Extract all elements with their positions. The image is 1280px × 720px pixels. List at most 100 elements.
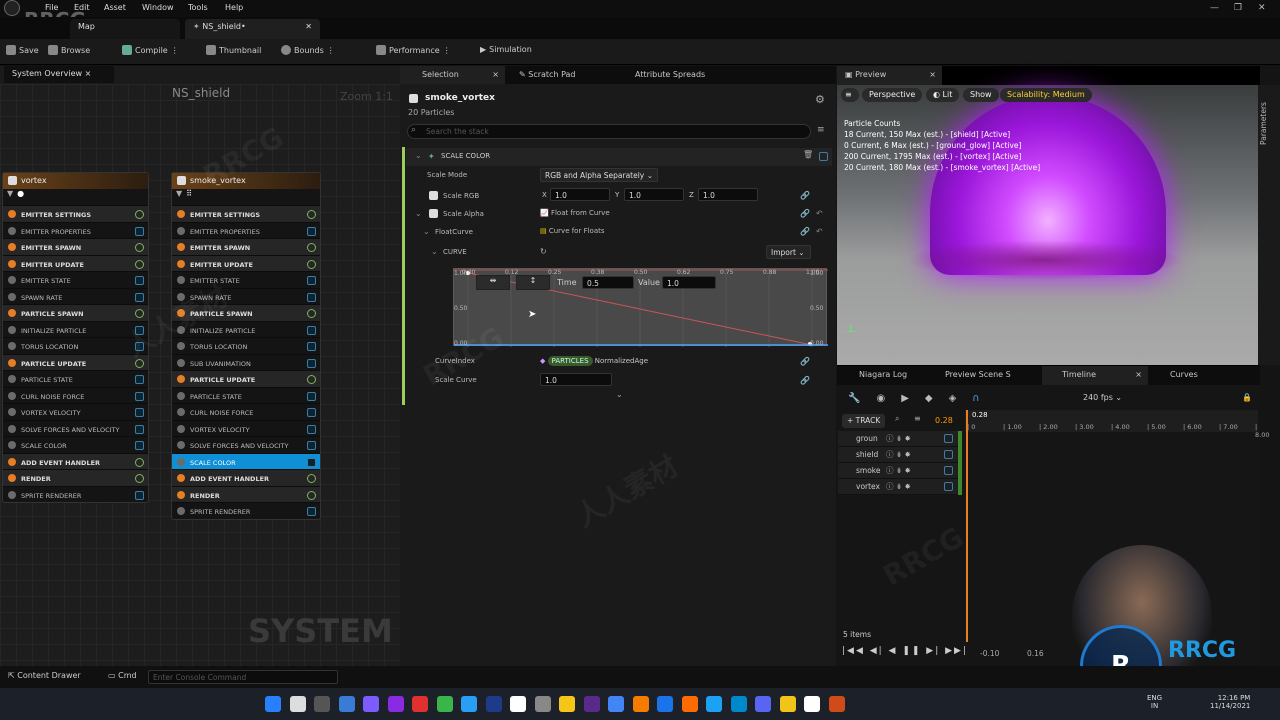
bounds-button[interactable]: Bounds ⋮ xyxy=(281,45,335,55)
enabled-checkbox[interactable] xyxy=(135,391,144,401)
add-module-icon[interactable] xyxy=(307,490,316,500)
menu-file[interactable]: File xyxy=(45,3,58,12)
float-curve-value[interactable]: ▤ Curve for Floats xyxy=(540,227,605,235)
track-enabled-checkbox[interactable] xyxy=(944,466,953,475)
scale-rgb-x-input[interactable]: 1.0 xyxy=(550,188,610,201)
expand-more-icon[interactable]: ⌄ xyxy=(616,390,623,399)
enabled-checkbox[interactable] xyxy=(307,441,316,450)
taskbar-app-icon[interactable] xyxy=(485,696,502,712)
filter-icon[interactable]: ≡ xyxy=(817,125,825,135)
menu-window[interactable]: Window xyxy=(142,3,174,12)
close-tab-icon[interactable]: ✕ xyxy=(305,22,312,31)
enabled-checkbox[interactable] xyxy=(307,424,316,434)
scale-rgb-y-input[interactable]: 1.0 xyxy=(624,188,684,201)
stack-item[interactable]: PARTICLE STATE xyxy=(3,370,148,387)
emitter-name[interactable]: smoke_vortex xyxy=(172,173,320,189)
reset-icon[interactable]: ↶ xyxy=(816,227,823,236)
reset-icon[interactable]: ↶ xyxy=(816,209,823,218)
track-options-icon[interactable]: ⓘ ⇟ ✸ xyxy=(886,465,911,476)
save-button[interactable]: Save xyxy=(6,45,39,55)
add-module-icon[interactable] xyxy=(307,309,316,318)
enabled-checkbox[interactable] xyxy=(307,457,316,467)
unreal-logo-icon[interactable] xyxy=(4,0,20,16)
menu-edit[interactable]: Edit xyxy=(74,3,90,12)
eye-icon[interactable]: ◉ xyxy=(876,393,885,404)
tab-ns-shield[interactable]: ✦ NS_shield• ✕ xyxy=(185,19,320,39)
scale-curve-input[interactable]: 1.0 xyxy=(540,373,612,386)
enabled-checkbox[interactable] xyxy=(307,226,316,236)
taskbar-app-icon[interactable] xyxy=(265,696,281,712)
fps-dropdown[interactable]: 240 fps ⌄ xyxy=(1083,393,1122,402)
add-module-icon[interactable] xyxy=(135,210,144,219)
curve-editor[interactable]: 0.00 0.12 0.25 0.38 0.50 0.62 0.75 0.88 1.00 1.0… xyxy=(453,268,828,347)
stack-item[interactable]: PARTICLE UPDATE xyxy=(172,370,320,387)
stack-item[interactable]: VORTEX VELOCITY xyxy=(3,403,148,420)
perspective-button[interactable]: Perspective xyxy=(862,88,923,102)
stack-item[interactable]: RENDER xyxy=(3,469,148,486)
pin-icon[interactable]: ▼ xyxy=(176,189,182,198)
parameters-sidebar[interactable]: Parameters xyxy=(1258,85,1280,365)
chevron-down-icon[interactable]: ⌄ xyxy=(423,227,430,236)
taskbar-app-icon[interactable] xyxy=(583,696,600,712)
add-module-icon[interactable] xyxy=(135,259,144,269)
settings-icon[interactable]: ⚙ xyxy=(815,93,825,106)
taskbar-app-icon[interactable] xyxy=(412,696,428,712)
clock[interactable]: 12:16 PM 11/14/2021 xyxy=(1210,694,1250,710)
link-icon[interactable]: 🔗 xyxy=(800,209,810,218)
tab-niagara-log[interactable]: Niagara Log xyxy=(837,366,937,385)
enabled-checkbox[interactable] xyxy=(307,292,316,302)
scale-alpha-value[interactable]: 📈 Float from Curve xyxy=(540,209,610,217)
track-options-icon[interactable]: ⓘ ⇟ ✸ xyxy=(886,481,911,492)
taskbar-app-icon[interactable] xyxy=(289,696,306,712)
scale-mode-dropdown[interactable]: RGB and Alpha Separately ⌄ xyxy=(540,168,658,182)
taskbar-app-icon[interactable] xyxy=(657,696,673,712)
taskbar-app-icon[interactable] xyxy=(632,696,649,712)
scalability-button[interactable]: Scalability: Medium xyxy=(1000,88,1092,102)
taskbar-app-icon[interactable] xyxy=(608,696,624,712)
enabled-checkbox[interactable] xyxy=(135,441,144,450)
stack-item[interactable]: PARTICLE SPAWN xyxy=(3,304,148,321)
enabled-checkbox[interactable] xyxy=(135,292,144,302)
module-enabled-checkbox[interactable] xyxy=(819,152,828,161)
viewport-menu-icon[interactable]: ≡ xyxy=(841,88,859,102)
stack-item[interactable]: SOLVE FORCES AND VELOCITY xyxy=(172,436,320,453)
stack-item[interactable]: EMITTER SETTINGS xyxy=(172,205,320,222)
tab-preview[interactable]: ▣ Preview × xyxy=(837,66,942,85)
add-module-icon[interactable] xyxy=(307,210,316,219)
stack-item[interactable]: ADD EVENT HANDLER xyxy=(172,469,320,486)
time-input[interactable]: 0.5 xyxy=(582,276,634,289)
curve-index-value[interactable]: ◆ PARTICLES NormalizedAge xyxy=(540,356,648,366)
delete-icon[interactable]: 🗑 xyxy=(803,150,813,159)
content-drawer-button[interactable]: ⇱ Content Drawer xyxy=(8,671,81,680)
emitter-enabled-checkbox[interactable] xyxy=(409,94,418,103)
link-icon[interactable]: 🔗 xyxy=(800,357,810,366)
taskbar-app-icon[interactable] xyxy=(436,696,453,712)
taskbar-app-icon[interactable] xyxy=(338,696,355,712)
add-module-icon[interactable] xyxy=(307,259,316,269)
track-row[interactable]: vortex ⓘ ⇟ ✸ xyxy=(838,479,962,495)
console-input[interactable]: Enter Console Command xyxy=(148,670,338,684)
tab-selection[interactable]: Selection × xyxy=(400,66,505,84)
scale-rgb-z-input[interactable]: 1.0 xyxy=(698,188,758,201)
range-end[interactable]: 0.16 xyxy=(1027,649,1044,658)
stack-item[interactable]: SPRITE RENDERER xyxy=(3,485,148,503)
enabled-checkbox[interactable] xyxy=(307,276,316,285)
add-module-icon[interactable] xyxy=(307,243,316,252)
tab-map[interactable]: Map xyxy=(70,19,180,39)
enabled-checkbox[interactable] xyxy=(135,424,144,434)
search-icon[interactable]: ⌕ xyxy=(895,414,899,424)
magnet-icon[interactable]: ∩ xyxy=(972,393,979,404)
taskbar-app-icon[interactable] xyxy=(681,696,698,712)
emitter-node-smoke-vortex[interactable]: smoke_vortex ▼ ⠿ EMITTER SETTINGS EMITTER … xyxy=(171,172,321,520)
taskbar-app-icon[interactable] xyxy=(510,696,526,712)
stack-item[interactable]: EMITTER STATE xyxy=(3,271,148,288)
playhead[interactable] xyxy=(966,410,968,642)
system-graph[interactable]: NS_shield Zoom 1:1 SYSTEM vortex ▼ ● EMIT… xyxy=(0,84,400,666)
stack-item[interactable]: PARTICLE STATE xyxy=(172,386,320,404)
add-track-button[interactable]: + TRACK xyxy=(842,414,886,428)
curve-reset-icon[interactable]: ↻ xyxy=(540,247,547,256)
play-icon[interactable]: ▶ xyxy=(901,393,909,404)
enabled-checkbox[interactable] xyxy=(135,276,144,285)
enabled-checkbox[interactable] xyxy=(135,490,144,500)
close-tab-icon[interactable]: × xyxy=(929,70,936,79)
